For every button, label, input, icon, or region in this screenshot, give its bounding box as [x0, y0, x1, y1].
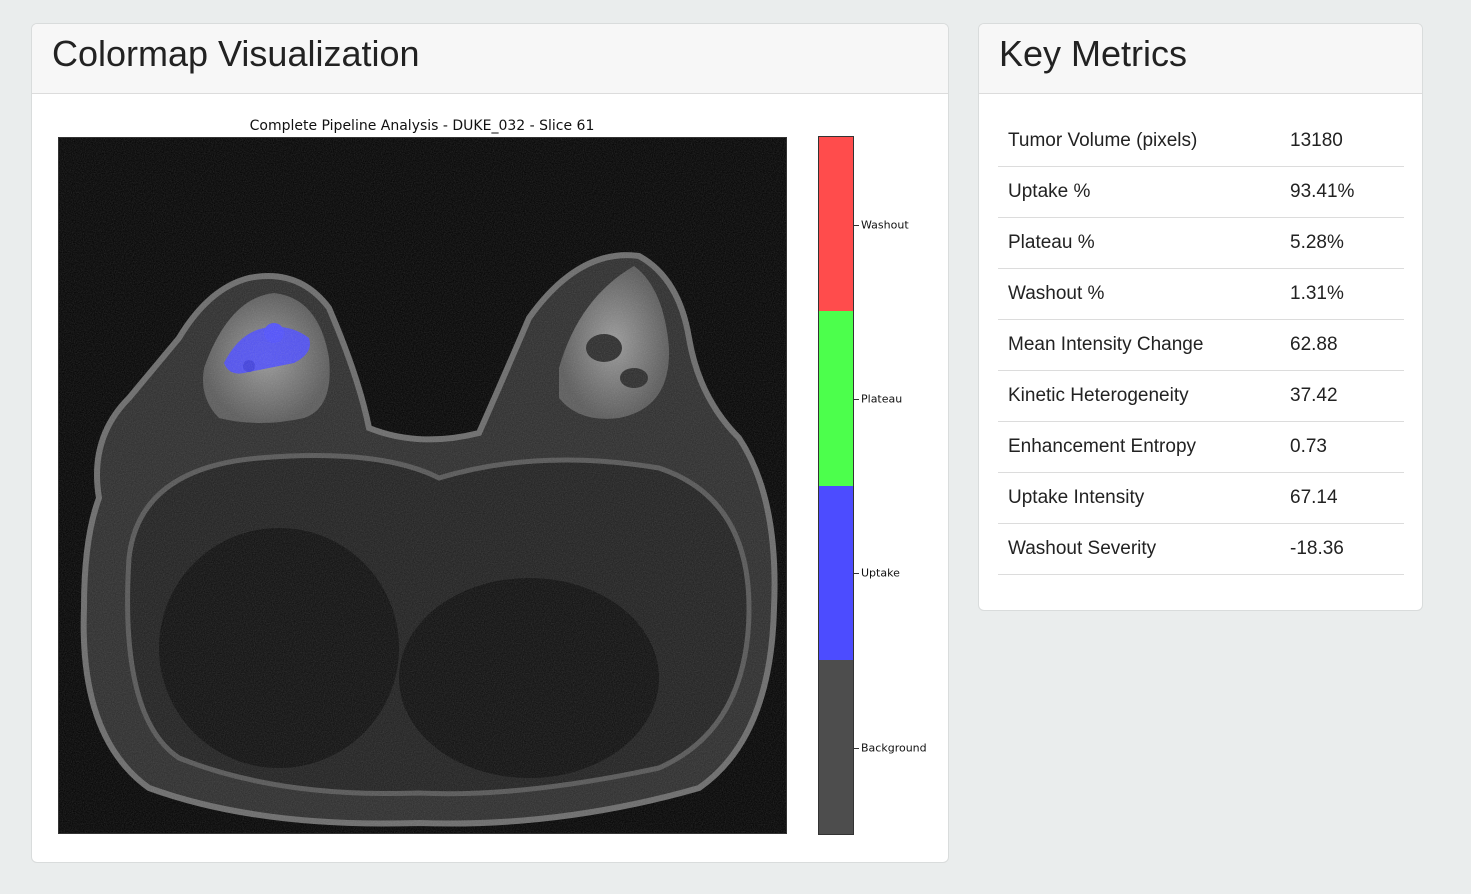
colorbar-tick [854, 225, 859, 226]
colorbar-background-segment [819, 660, 853, 834]
colorbar-washout-segment [819, 137, 853, 311]
table-row: Washout Severity -18.36 [998, 523, 1404, 575]
table-row: Mean Intensity Change 62.88 [998, 319, 1404, 371]
metric-label: Kinetic Heterogeneity [998, 370, 1280, 422]
table-row: Kinetic Heterogeneity 37.42 [998, 370, 1404, 422]
colorbar-label-background: Background [861, 741, 927, 755]
colorbar-label-plateau: Plateau [861, 392, 903, 406]
table-row: Uptake % 93.41% [998, 166, 1404, 218]
colorbar-tick [854, 748, 859, 749]
metrics-card-title: Key Metrics [999, 33, 1188, 74]
key-metrics-card: Key Metrics Tumor Volume (pixels) 13180 … [978, 23, 1423, 611]
table-row: Tumor Volume (pixels) 13180 [998, 116, 1404, 167]
table-row: Plateau % 5.28% [998, 217, 1404, 269]
colorbar-uptake-segment [819, 486, 853, 660]
metric-label: Uptake % [998, 166, 1280, 218]
metric-value: 37.42 [1280, 370, 1404, 422]
metric-value: 13180 [1280, 116, 1404, 167]
metric-value: 62.88 [1280, 319, 1404, 371]
colormap-card-header: Colormap Visualization [32, 24, 948, 94]
table-row: Enhancement Entropy 0.73 [998, 421, 1404, 473]
metric-label: Plateau % [998, 217, 1280, 269]
metric-label: Enhancement Entropy [998, 421, 1280, 473]
kinetic-colorbar [818, 136, 854, 835]
metric-value: 5.28% [1280, 217, 1404, 269]
table-row: Washout % 1.31% [998, 268, 1404, 320]
metric-label: Mean Intensity Change [998, 319, 1280, 371]
metrics-card-header: Key Metrics [979, 24, 1422, 94]
metric-label: Washout Severity [998, 523, 1280, 575]
figure-title: Complete Pipeline Analysis - DUKE_032 - … [249, 118, 595, 134]
metric-value: -18.36 [1280, 523, 1404, 575]
colorbar-label-washout: Washout [861, 218, 909, 232]
metrics-table: Tumor Volume (pixels) 13180 Uptake % 93.… [998, 116, 1404, 575]
metric-value: 1.31% [1280, 268, 1404, 320]
metric-label: Tumor Volume (pixels) [998, 116, 1280, 167]
pipeline-figure: Complete Pipeline Analysis - DUKE_032 - … [32, 94, 948, 862]
colorbar-tick [854, 399, 859, 400]
metric-value: 0.73 [1280, 421, 1404, 473]
table-row: Uptake Intensity 67.14 [998, 472, 1404, 524]
metric-value: 67.14 [1280, 472, 1404, 524]
colormap-visualization-card: Colormap Visualization Complete Pipeline… [31, 23, 949, 863]
colorbar-label-uptake: Uptake [861, 566, 900, 580]
colorbar-tick [854, 573, 859, 574]
colormap-card-title: Colormap Visualization [52, 33, 420, 74]
metric-label: Washout % [998, 268, 1280, 320]
metric-value: 93.41% [1280, 166, 1404, 218]
mri-slice-image [58, 137, 787, 834]
colorbar-plateau-segment [819, 311, 853, 486]
metric-label: Uptake Intensity [998, 472, 1280, 524]
